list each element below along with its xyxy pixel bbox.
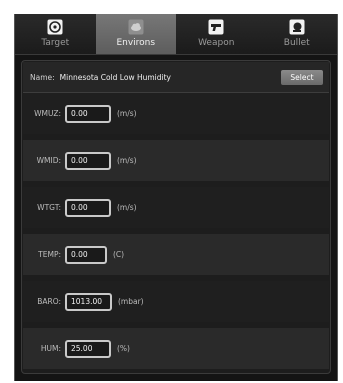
wmuz-label: WMUZ: — [34, 109, 61, 118]
baro-input[interactable]: 1013.00 — [65, 292, 112, 311]
hum-unit: (%) — [117, 344, 130, 353]
wmid-unit: (m/s) — [117, 156, 137, 165]
tab-label: Target — [41, 38, 70, 48]
wmid-row: WMID: 0.00 (m/s) — [23, 140, 329, 181]
hum-input[interactable]: 25.00 — [65, 339, 111, 358]
wtgt-label: WTGT: — [37, 203, 61, 212]
wmuz-input[interactable]: 0.00 — [65, 104, 111, 123]
temp-unit: (C) — [113, 250, 125, 259]
baro-row: BARO: 1013.00 (mbar) — [23, 281, 329, 322]
baro-unit: (mbar) — [118, 297, 144, 306]
wmuz-unit: (m/s) — [117, 109, 137, 118]
tab-bar: Target Environs Weapon Bullet — [15, 14, 337, 55]
name-bar: Name: Minnesota Cold Low Humidity Select — [23, 62, 329, 93]
hum-label: HUM: — [40, 344, 61, 353]
app-window: Target Environs Weapon Bullet Name: Minn… — [14, 14, 338, 381]
tab-label: Bullet — [283, 38, 310, 48]
tab-label: Environs — [116, 38, 156, 48]
profile-name: Minnesota Cold Low Humidity — [59, 72, 171, 82]
tab-bullet[interactable]: Bullet — [257, 14, 338, 54]
wtgt-input[interactable]: 0.00 — [65, 198, 111, 217]
temp-input[interactable]: 0.00 — [65, 245, 107, 264]
baro-label: BARO: — [37, 297, 61, 306]
target-icon — [46, 18, 64, 36]
tab-weapon[interactable]: Weapon — [176, 14, 257, 54]
tab-target[interactable]: Target — [15, 14, 96, 54]
tab-label: Weapon — [198, 38, 235, 48]
environs-panel: Name: Minnesota Cold Low Humidity Select… — [21, 60, 331, 374]
wmid-label: WMID: — [36, 156, 61, 165]
bullet-icon — [288, 18, 306, 36]
hum-row: HUM: 25.00 (%) — [23, 328, 329, 369]
wmuz-row: WMUZ: 0.00 (m/s) — [23, 93, 329, 134]
temp-row: TEMP: 0.00 (C) — [23, 234, 329, 275]
pistol-icon — [207, 18, 225, 36]
select-button[interactable]: Select — [281, 70, 323, 85]
name-label: Name: — [30, 72, 55, 82]
cloud-icon — [127, 18, 145, 36]
wtgt-unit: (m/s) — [117, 203, 137, 212]
wtgt-row: WTGT: 0.00 (m/s) — [23, 187, 329, 228]
wmid-input[interactable]: 0.00 — [65, 151, 111, 170]
tab-environs[interactable]: Environs — [95, 14, 176, 54]
temp-label: TEMP: — [38, 250, 61, 259]
